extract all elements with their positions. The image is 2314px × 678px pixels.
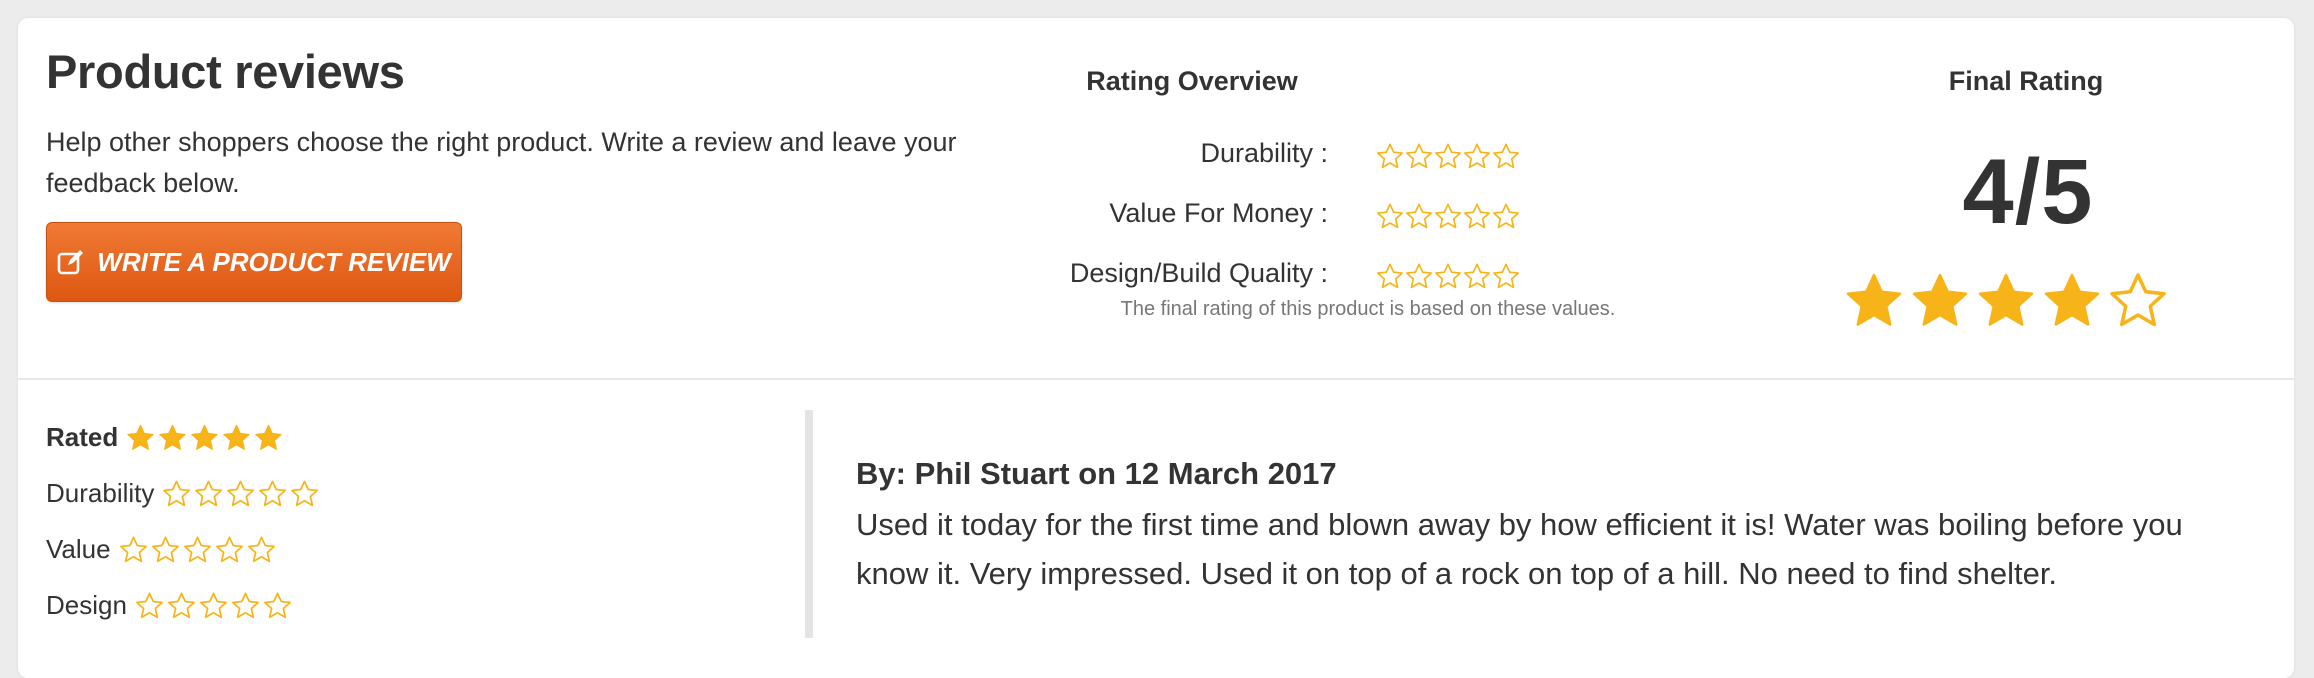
final-rating-title: Final Rating	[1948, 66, 2104, 96]
star-outline-icon	[195, 480, 223, 507]
star-outline-icon	[1406, 143, 1432, 169]
star-filled-icon	[1978, 273, 2034, 326]
star-outline-icon	[163, 480, 191, 507]
final-rating-value: 4/5	[1962, 141, 2094, 243]
star-outline-icon	[1406, 203, 1432, 229]
final-rating-stars	[1844, 270, 2168, 330]
review-rating-label: Design	[46, 590, 127, 620]
star-outline-icon	[183, 536, 211, 563]
overview-label-design: Design/Build Quality :	[1069, 258, 1328, 288]
star-outline-icon	[264, 592, 291, 619]
star-filled-icon	[1912, 273, 1968, 326]
star-outline-icon	[215, 536, 243, 563]
star-outline-icon	[136, 592, 163, 619]
star-outline-icon	[119, 536, 147, 563]
review-author: By: Phil Stuart on 12 March 2017	[856, 456, 1337, 491]
star-outline-icon	[1377, 203, 1403, 229]
star-filled-icon	[191, 424, 218, 450]
star-filled-icon	[2044, 273, 2100, 326]
star-outline-icon	[1377, 263, 1403, 289]
star-outline-icon	[1493, 263, 1519, 289]
review-rating-stars	[162, 479, 319, 508]
star-outline-icon	[1493, 143, 1519, 169]
overview-row-value: Value For Money :	[918, 196, 1328, 236]
star-outline-icon	[227, 480, 255, 507]
overview-stars-durability	[1376, 142, 1520, 170]
star-outline-icon	[200, 592, 227, 619]
star-filled-icon	[1846, 273, 1902, 326]
star-outline-icon	[2110, 273, 2166, 327]
star-filled-icon	[223, 424, 250, 450]
rating-overview-title: Rating Overview	[1086, 66, 1298, 96]
overview-row-durability: Durability :	[918, 136, 1328, 176]
star-outline-icon	[1435, 203, 1461, 229]
overview-row-design: Design/Build Quality :	[918, 256, 1328, 296]
overview-footnote: The final rating of this product is base…	[1120, 298, 1616, 320]
star-outline-icon	[151, 536, 179, 563]
overview-stars-design	[1376, 262, 1520, 290]
review-rating-stars	[119, 535, 276, 564]
star-filled-icon	[127, 424, 154, 450]
overview-label-durability: Durability :	[1200, 138, 1328, 168]
product-reviews-card: Product reviews Help other shoppers choo…	[18, 18, 2294, 678]
review-rating-label: Durability	[46, 478, 155, 508]
star-outline-icon	[1493, 203, 1519, 229]
review-rating-stars	[126, 423, 283, 452]
star-outline-icon	[232, 592, 259, 619]
review-rating-rated: Rated	[46, 422, 283, 453]
review-rating-value: Value	[46, 534, 276, 565]
star-filled-icon	[159, 424, 186, 450]
star-filled-icon	[255, 424, 282, 450]
star-outline-icon	[259, 480, 287, 507]
star-outline-icon	[1377, 143, 1403, 169]
section-divider	[18, 378, 2294, 380]
star-outline-icon	[1435, 143, 1461, 169]
reviews-summary-section: Product reviews Help other shoppers choo…	[18, 18, 2294, 380]
review-rating-label: Rated	[46, 422, 119, 452]
overview-label-value: Value For Money :	[1109, 198, 1328, 228]
pencil-square-icon	[57, 250, 84, 275]
review-rating-design: Design	[46, 590, 292, 621]
review-text: Used it today for the first time and blo…	[856, 507, 2183, 591]
write-review-label: WRITE A PRODUCT REVIEW	[97, 246, 451, 277]
intro-text: Help other shoppers choose the right pro…	[46, 127, 957, 198]
star-outline-icon	[1464, 203, 1490, 229]
review-rating-durability: Durability	[46, 478, 319, 509]
review-divider	[805, 410, 813, 638]
star-outline-icon	[247, 536, 275, 563]
review-rating-stars	[135, 591, 292, 620]
overview-stars-value	[1376, 202, 1520, 230]
star-outline-icon	[1406, 263, 1432, 289]
write-review-button[interactable]: WRITE A PRODUCT REVIEW	[46, 222, 462, 302]
star-outline-icon	[168, 592, 195, 619]
star-outline-icon	[1464, 263, 1490, 289]
review-rating-label: Value	[46, 534, 111, 564]
star-outline-icon	[1435, 263, 1461, 289]
page-title: Product reviews	[46, 45, 405, 98]
star-outline-icon	[1464, 143, 1490, 169]
star-outline-icon	[291, 480, 319, 507]
